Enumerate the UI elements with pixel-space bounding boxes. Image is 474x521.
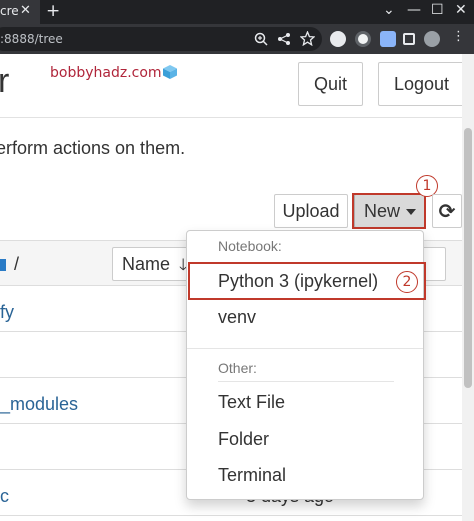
step-2-badge: 2 bbox=[396, 271, 418, 293]
logout-button[interactable]: Logout bbox=[378, 62, 465, 106]
bookmark-star-icon[interactable] bbox=[300, 31, 315, 46]
menu-item-venv[interactable]: venv bbox=[218, 307, 256, 328]
url-text: :8888/tree bbox=[0, 32, 63, 46]
extension-icon[interactable] bbox=[330, 31, 346, 47]
browser-menu-icon[interactable]: ⋮ bbox=[452, 29, 465, 44]
extension-icon[interactable] bbox=[355, 31, 371, 47]
maximize-icon[interactable]: ☐ bbox=[431, 2, 444, 18]
tab-close-icon[interactable]: ✕ bbox=[20, 3, 31, 18]
quit-button[interactable]: Quit bbox=[298, 62, 363, 106]
brand-watermark: bobbyhadz.com bbox=[50, 65, 162, 81]
share-icon[interactable] bbox=[277, 32, 291, 46]
new-tab-icon[interactable]: + bbox=[46, 1, 60, 21]
browser-tab[interactable]: cre ✕ bbox=[0, 0, 40, 24]
extensions-puzzle-icon[interactable] bbox=[380, 31, 396, 47]
menu-item-terminal[interactable]: Terminal bbox=[218, 465, 286, 486]
tab-title: cre bbox=[0, 4, 19, 18]
sort-by-name-button[interactable]: Name 🡓 bbox=[112, 247, 192, 281]
menu-item-text-file[interactable]: Text File bbox=[218, 392, 285, 413]
side-panel-icon[interactable] bbox=[403, 33, 415, 45]
file-link[interactable]: _modules bbox=[0, 394, 78, 415]
breadcrumb-root[interactable]: / bbox=[14, 254, 19, 275]
python3-highlight bbox=[188, 262, 426, 300]
instructions-text: erform actions on them. bbox=[0, 138, 186, 158]
minimize-icon[interactable]: — bbox=[407, 2, 421, 18]
jupyter-logo-fragment[interactable]: r bbox=[0, 62, 9, 101]
address-bar[interactable]: :8888/tree bbox=[0, 27, 322, 51]
menu-header-notebook: Notebook: bbox=[218, 238, 282, 254]
new-button-highlight bbox=[352, 193, 426, 229]
upload-button[interactable]: Upload bbox=[274, 194, 348, 228]
sort-name-label: Name bbox=[122, 254, 171, 274]
file-link[interactable]: c bbox=[0, 486, 9, 507]
header-divider bbox=[0, 117, 462, 118]
zoom-icon[interactable] bbox=[254, 32, 268, 46]
browser-toolbar: :8888/tree ⋮ bbox=[0, 24, 474, 54]
refresh-button[interactable]: ⟳ bbox=[432, 194, 462, 228]
scrollbar-thumb[interactable] bbox=[464, 128, 472, 388]
refresh-icon: ⟳ bbox=[438, 199, 456, 223]
cube-icon bbox=[163, 65, 177, 79]
menu-divider bbox=[218, 381, 394, 382]
profile-avatar[interactable] bbox=[424, 31, 440, 47]
menu-divider bbox=[187, 348, 423, 349]
browser-tab-strip: cre ✕ + ⌄ — ☐ ✕ bbox=[0, 0, 474, 24]
window-close-icon[interactable]: ✕ bbox=[455, 2, 467, 18]
folder-icon bbox=[0, 259, 6, 271]
file-link[interactable]: fy bbox=[0, 302, 14, 323]
menu-header-other: Other: bbox=[218, 360, 257, 376]
tab-search-chevron-icon[interactable]: ⌄ bbox=[383, 2, 395, 18]
menu-item-folder[interactable]: Folder bbox=[218, 429, 269, 450]
